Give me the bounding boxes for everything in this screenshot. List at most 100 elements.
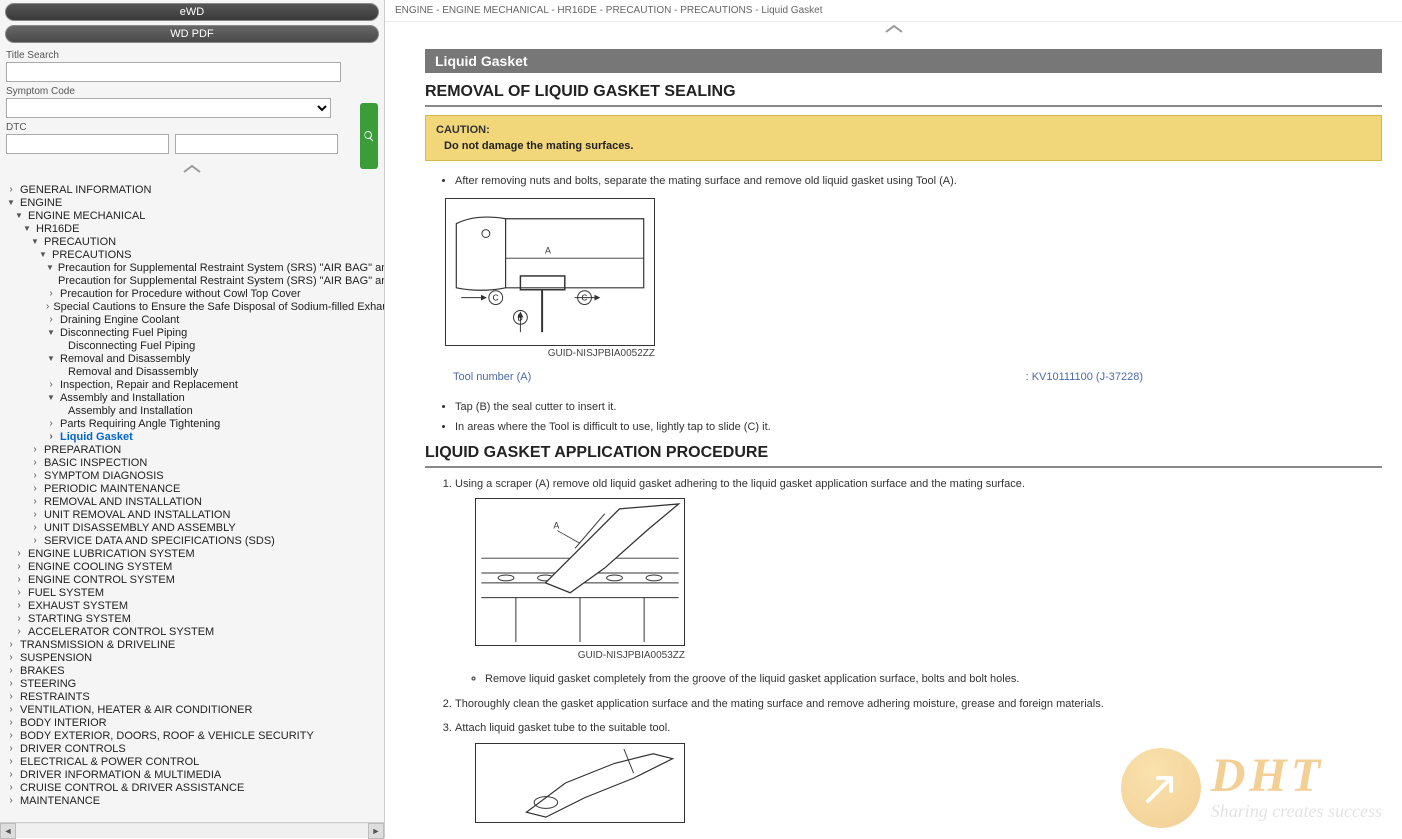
- tool-table: Tool number (A) : KV10111100 (J-37228): [445, 367, 1402, 387]
- tree-item[interactable]: ›BODY INTERIOR: [6, 716, 382, 729]
- tree-item[interactable]: ›DRIVER INFORMATION & MULTIMEDIA: [6, 768, 382, 781]
- chevron-right-icon: ›: [30, 483, 40, 494]
- tree-item[interactable]: › ENGINE CONTROL SYSTEM: [6, 573, 382, 586]
- tree-item[interactable]: ›TRANSMISSION & DRIVELINE: [6, 638, 382, 651]
- tree-item[interactable]: ›STEERING: [6, 677, 382, 690]
- chevron-right-icon: ›: [6, 665, 16, 676]
- tree-item[interactable]: ›STARTING SYSTEM: [6, 612, 382, 625]
- chevron-down-icon: ▼: [6, 198, 16, 207]
- tree-item-label: Disconnecting Fuel Piping: [68, 340, 195, 352]
- tree-item[interactable]: ›SYMPTOM DIAGNOSIS: [6, 469, 382, 482]
- tree-item[interactable]: ›BASIC INSPECTION: [6, 456, 382, 469]
- tree-item-label: Special Cautions to Ensure the Safe Disp…: [53, 301, 384, 313]
- tree-item[interactable]: ›Parts Requiring Angle Tightening: [6, 417, 382, 430]
- chevron-down-icon: ▼: [30, 237, 40, 246]
- symptom-code-select[interactable]: [6, 98, 331, 118]
- tree-item[interactable]: › PERIODIC MAINTENANCE: [6, 482, 382, 495]
- tree-item[interactable]: ▼Disconnecting Fuel Piping: [6, 326, 382, 339]
- tree-item[interactable]: ›VENTILATION, HEATER & AIR CONDITIONER: [6, 703, 382, 716]
- section-heading-application: LIQUID GASKET APPLICATION PROCEDURE: [425, 444, 1382, 468]
- tree-item[interactable]: ▼Assembly and Installation: [6, 391, 382, 404]
- figure-2: A: [475, 498, 685, 646]
- tree-item-label: BRAKES: [20, 665, 65, 677]
- tree-item[interactable]: ›Liquid Gasket: [6, 430, 382, 443]
- tree-item-label: PERIODIC MAINTENANCE: [44, 483, 180, 495]
- tree-item[interactable]: ›SERVICE DATA AND SPECIFICATIONS (SDS): [6, 534, 382, 547]
- tree-item-label: ENGINE CONTROL SYSTEM: [28, 574, 175, 586]
- scroll-left-button[interactable]: ◄: [0, 823, 16, 839]
- tree-item[interactable]: ▼ENGINE: [6, 196, 382, 209]
- tree-item[interactable]: Assembly and Installation: [6, 404, 382, 417]
- tab-ewd[interactable]: eWD: [5, 3, 379, 21]
- sidebar-collapse-handle[interactable]: [0, 162, 384, 179]
- tree-item[interactable]: ›Inspection, Repair and Replacement: [6, 378, 382, 391]
- horizontal-scrollbar[interactable]: ◄ ►: [0, 822, 384, 838]
- caution-text: Do not damage the mating surfaces.: [436, 140, 1371, 152]
- list-item: Using a scraper (A) remove old liquid ga…: [455, 476, 1382, 688]
- sub-bullet-item: Remove liquid gasket completely from the…: [485, 671, 1382, 688]
- svg-text:A: A: [545, 245, 551, 255]
- tree-item[interactable]: ›PREPARATION: [6, 443, 382, 456]
- tree-item[interactable]: ›UNIT DISASSEMBLY AND ASSEMBLY: [6, 521, 382, 534]
- scroll-right-button[interactable]: ►: [368, 823, 384, 839]
- search-icon: [363, 130, 375, 142]
- chevron-right-icon: ›: [6, 730, 16, 741]
- caution-box: CAUTION: Do not damage the mating surfac…: [425, 115, 1382, 161]
- tree-item[interactable]: ›ELECTRICAL & POWER CONTROL: [6, 755, 382, 768]
- tree-item[interactable]: ›SUSPENSION: [6, 651, 382, 664]
- tree-item[interactable]: ›FUEL SYSTEM: [6, 586, 382, 599]
- chevron-right-icon: ›: [6, 782, 16, 793]
- search-button[interactable]: [360, 103, 378, 169]
- tree-item[interactable]: ›ACCELERATOR CONTROL SYSTEM: [6, 625, 382, 638]
- tree-item[interactable]: ›Special Cautions to Ensure the Safe Dis…: [6, 300, 382, 313]
- tree-item[interactable]: ›Precaution for Procedure without Cowl T…: [6, 287, 382, 300]
- chevron-right-icon: ›: [14, 574, 24, 585]
- dtc-input-2[interactable]: [175, 134, 338, 154]
- tree-item[interactable]: ›CRUISE CONTROL & DRIVER ASSISTANCE: [6, 781, 382, 794]
- tree-item[interactable]: ▼Precaution for Supplemental Restraint S…: [6, 261, 382, 274]
- tree-item[interactable]: Precaution for Supplemental Restraint Sy…: [6, 274, 382, 287]
- chevron-right-icon: ›: [30, 457, 40, 468]
- breadcrumb: ENGINE - ENGINE MECHANICAL - HR16DE - PR…: [385, 0, 1402, 22]
- tree-item[interactable]: ›UNIT REMOVAL AND INSTALLATION: [6, 508, 382, 521]
- tree-item[interactable]: ›EXHAUST SYSTEM: [6, 599, 382, 612]
- tree-item[interactable]: ▼PRECAUTION: [6, 235, 382, 248]
- nav-tree[interactable]: ›GENERAL INFORMATION▼ENGINE▼ENGINE MECHA…: [0, 179, 384, 822]
- tree-item-label: ELECTRICAL & POWER CONTROL: [20, 756, 199, 768]
- tree-item[interactable]: Removal and Disassembly: [6, 365, 382, 378]
- tree-item[interactable]: ›ENGINE COOLING SYSTEM: [6, 560, 382, 573]
- chevron-right-icon: ›: [6, 743, 16, 754]
- chevron-right-icon: ›: [46, 418, 56, 429]
- tree-item[interactable]: ›Draining Engine Coolant: [6, 313, 382, 326]
- tree-item[interactable]: ▼HR16DE: [6, 222, 382, 235]
- title-search-input[interactable]: [6, 62, 341, 82]
- tree-item[interactable]: ›GENERAL INFORMATION: [6, 183, 382, 196]
- section-heading-removal: REMOVAL OF LIQUID GASKET SEALING: [425, 83, 1382, 107]
- tree-item[interactable]: ›MAINTENANCE: [6, 794, 382, 807]
- tree-item[interactable]: Disconnecting Fuel Piping: [6, 339, 382, 352]
- figure-2-caption: GUID-NISJPBIA0053ZZ: [475, 648, 685, 663]
- tree-item[interactable]: ›ENGINE LUBRICATION SYSTEM: [6, 547, 382, 560]
- tree-item[interactable]: ›BODY EXTERIOR, DOORS, ROOF & VEHICLE SE…: [6, 729, 382, 742]
- tree-item[interactable]: ›DRIVER CONTROLS: [6, 742, 382, 755]
- tab-wdpdf[interactable]: WD PDF: [5, 25, 379, 43]
- tree-item[interactable]: ▼ENGINE MECHANICAL: [6, 209, 382, 222]
- tool-number-value: : KV10111100 (J-37228): [1020, 369, 1400, 385]
- tree-item-label: Precaution for Procedure without Cowl To…: [60, 288, 301, 300]
- content-collapse-handle[interactable]: [385, 22, 1402, 39]
- chevron-right-icon: ›: [30, 522, 40, 533]
- chevron-right-icon: ›: [14, 626, 24, 637]
- tree-item[interactable]: ›REMOVAL AND INSTALLATION: [6, 495, 382, 508]
- chevron-right-icon: ›: [6, 704, 16, 715]
- tree-item[interactable]: ▼Removal and Disassembly: [6, 352, 382, 365]
- tree-item[interactable]: › BRAKES: [6, 664, 382, 677]
- chevron-right-icon: ›: [14, 548, 24, 559]
- dtc-input-1[interactable]: [6, 134, 169, 154]
- tree-item-label: PREPARATION: [44, 444, 121, 456]
- chevron-right-icon: ›: [30, 470, 40, 481]
- figure-1-caption: GUID-NISJPBIA0052ZZ: [445, 348, 655, 359]
- tree-item[interactable]: ›RESTRAINTS: [6, 690, 382, 703]
- chevron-right-icon: ›: [46, 379, 56, 390]
- tree-item[interactable]: ▼PRECAUTIONS: [6, 248, 382, 261]
- tree-item-label: Removal and Disassembly: [60, 353, 190, 365]
